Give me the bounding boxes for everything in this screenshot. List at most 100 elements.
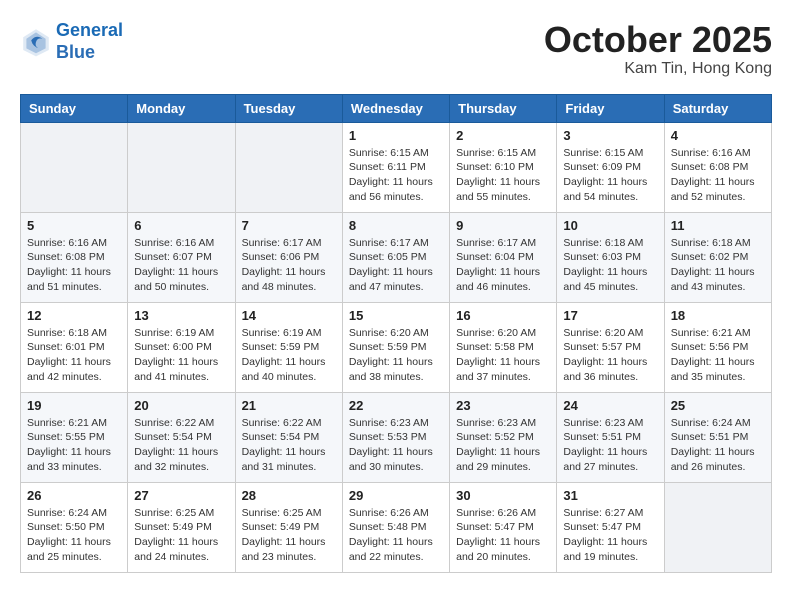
day-info: Sunrise: 6:15 AM Sunset: 6:10 PM Dayligh…: [456, 146, 550, 205]
day-info: Sunrise: 6:16 AM Sunset: 6:08 PM Dayligh…: [671, 146, 765, 205]
day-number: 20: [134, 398, 228, 413]
calendar-cell: 2 Sunrise: 6:15 AM Sunset: 6:10 PM Daylig…: [450, 122, 557, 212]
day-info: Sunrise: 6:26 AM Sunset: 5:47 PM Dayligh…: [456, 506, 550, 565]
day-number: 23: [456, 398, 550, 413]
calendar-cell: 22 Sunrise: 6:23 AM Sunset: 5:53 PM Dayli…: [342, 392, 449, 482]
calendar-cell: 11 Sunrise: 6:18 AM Sunset: 6:02 PM Dayli…: [664, 212, 771, 302]
day-info: Sunrise: 6:24 AM Sunset: 5:50 PM Dayligh…: [27, 506, 121, 565]
day-info: Sunrise: 6:18 AM Sunset: 6:02 PM Dayligh…: [671, 236, 765, 295]
logo-subtext: Blue: [56, 42, 123, 64]
title-block: October 2025 Kam Tin, Hong Kong: [544, 20, 772, 78]
day-info: Sunrise: 6:16 AM Sunset: 6:07 PM Dayligh…: [134, 236, 228, 295]
day-info: Sunrise: 6:15 AM Sunset: 6:09 PM Dayligh…: [563, 146, 657, 205]
calendar-cell: 19 Sunrise: 6:21 AM Sunset: 5:55 PM Dayli…: [21, 392, 128, 482]
day-info: Sunrise: 6:23 AM Sunset: 5:53 PM Dayligh…: [349, 416, 443, 475]
day-info: Sunrise: 6:17 AM Sunset: 6:05 PM Dayligh…: [349, 236, 443, 295]
page-header: General Blue October 2025 Kam Tin, Hong …: [20, 20, 772, 78]
calendar-cell: 20 Sunrise: 6:22 AM Sunset: 5:54 PM Dayli…: [128, 392, 235, 482]
weekday-header-row: SundayMondayTuesdayWednesdayThursdayFrid…: [21, 94, 772, 122]
calendar-cell: 31 Sunrise: 6:27 AM Sunset: 5:47 PM Dayli…: [557, 482, 664, 572]
day-number: 29: [349, 488, 443, 503]
calendar-cell: 8 Sunrise: 6:17 AM Sunset: 6:05 PM Daylig…: [342, 212, 449, 302]
day-number: 2: [456, 128, 550, 143]
day-info: Sunrise: 6:17 AM Sunset: 6:04 PM Dayligh…: [456, 236, 550, 295]
day-info: Sunrise: 6:15 AM Sunset: 6:11 PM Dayligh…: [349, 146, 443, 205]
day-info: Sunrise: 6:18 AM Sunset: 6:03 PM Dayligh…: [563, 236, 657, 295]
calendar-week-1: 1 Sunrise: 6:15 AM Sunset: 6:11 PM Daylig…: [21, 122, 772, 212]
weekday-header-monday: Monday: [128, 94, 235, 122]
day-number: 4: [671, 128, 765, 143]
calendar-cell: 30Sunrise: 6:26 AM Sunset: 5:47 PM Dayli…: [450, 482, 557, 572]
calendar-cell: 5 Sunrise: 6:16 AM Sunset: 6:08 PM Daylig…: [21, 212, 128, 302]
day-number: 21: [242, 398, 336, 413]
day-info: Sunrise: 6:20 AM Sunset: 5:58 PM Dayligh…: [456, 326, 550, 385]
day-number: 27: [134, 488, 228, 503]
day-number: 10: [563, 218, 657, 233]
calendar-cell: 9 Sunrise: 6:17 AM Sunset: 6:04 PM Daylig…: [450, 212, 557, 302]
location-text: Kam Tin, Hong Kong: [544, 60, 772, 78]
calendar-cell: 21 Sunrise: 6:22 AM Sunset: 5:54 PM Dayli…: [235, 392, 342, 482]
calendar-week-3: 12 Sunrise: 6:18 AM Sunset: 6:01 PM Dayli…: [21, 302, 772, 392]
day-number: 25: [671, 398, 765, 413]
calendar-cell: 25 Sunrise: 6:24 AM Sunset: 5:51 PM Dayli…: [664, 392, 771, 482]
calendar-cell: 24 Sunrise: 6:23 AM Sunset: 5:51 PM Dayli…: [557, 392, 664, 482]
weekday-header-thursday: Thursday: [450, 94, 557, 122]
day-number: 6: [134, 218, 228, 233]
day-number: 9: [456, 218, 550, 233]
day-number: 8: [349, 218, 443, 233]
day-number: 22: [349, 398, 443, 413]
day-number: 12: [27, 308, 121, 323]
day-number: 24: [563, 398, 657, 413]
calendar-cell: 1 Sunrise: 6:15 AM Sunset: 6:11 PM Daylig…: [342, 122, 449, 212]
day-info: Sunrise: 6:20 AM Sunset: 5:59 PM Dayligh…: [349, 326, 443, 385]
day-info: Sunrise: 6:19 AM Sunset: 5:59 PM Dayligh…: [242, 326, 336, 385]
calendar-cell: 23 Sunrise: 6:23 AM Sunset: 5:52 PM Dayli…: [450, 392, 557, 482]
day-info: Sunrise: 6:20 AM Sunset: 5:57 PM Dayligh…: [563, 326, 657, 385]
day-info: Sunrise: 6:22 AM Sunset: 5:54 PM Dayligh…: [242, 416, 336, 475]
day-info: Sunrise: 6:23 AM Sunset: 5:52 PM Dayligh…: [456, 416, 550, 475]
day-number: 18: [671, 308, 765, 323]
calendar-week-2: 5 Sunrise: 6:16 AM Sunset: 6:08 PM Daylig…: [21, 212, 772, 302]
calendar-cell: [21, 122, 128, 212]
day-number: 5: [27, 218, 121, 233]
weekday-header-sunday: Sunday: [21, 94, 128, 122]
day-number: 16: [456, 308, 550, 323]
calendar-cell: 15 Sunrise: 6:20 AM Sunset: 5:59 PM Dayli…: [342, 302, 449, 392]
calendar-cell: 4 Sunrise: 6:16 AM Sunset: 6:08 PM Daylig…: [664, 122, 771, 212]
day-info: Sunrise: 6:17 AM Sunset: 6:06 PM Dayligh…: [242, 236, 336, 295]
calendar-cell: 29 Sunrise: 6:26 AM Sunset: 5:48 PM Dayli…: [342, 482, 449, 572]
calendar-cell: [128, 122, 235, 212]
day-number: 13: [134, 308, 228, 323]
calendar-table: SundayMondayTuesdayWednesdayThursdayFrid…: [20, 94, 772, 573]
calendar-cell: 6 Sunrise: 6:16 AM Sunset: 6:07 PM Daylig…: [128, 212, 235, 302]
calendar-cell: 7Sunrise: 6:17 AM Sunset: 6:06 PM Daylig…: [235, 212, 342, 302]
weekday-header-tuesday: Tuesday: [235, 94, 342, 122]
day-info: Sunrise: 6:23 AM Sunset: 5:51 PM Dayligh…: [563, 416, 657, 475]
day-info: Sunrise: 6:27 AM Sunset: 5:47 PM Dayligh…: [563, 506, 657, 565]
day-number: 31: [563, 488, 657, 503]
day-number: 19: [27, 398, 121, 413]
calendar-cell: [235, 122, 342, 212]
calendar-cell: 14Sunrise: 6:19 AM Sunset: 5:59 PM Dayli…: [235, 302, 342, 392]
day-info: Sunrise: 6:21 AM Sunset: 5:55 PM Dayligh…: [27, 416, 121, 475]
calendar-cell: 18Sunrise: 6:21 AM Sunset: 5:56 PM Dayli…: [664, 302, 771, 392]
day-info: Sunrise: 6:18 AM Sunset: 6:01 PM Dayligh…: [27, 326, 121, 385]
day-number: 1: [349, 128, 443, 143]
day-number: 28: [242, 488, 336, 503]
calendar-cell: 3Sunrise: 6:15 AM Sunset: 6:09 PM Daylig…: [557, 122, 664, 212]
calendar-cell: 26 Sunrise: 6:24 AM Sunset: 5:50 PM Dayli…: [21, 482, 128, 572]
calendar-cell: [664, 482, 771, 572]
day-info: Sunrise: 6:24 AM Sunset: 5:51 PM Dayligh…: [671, 416, 765, 475]
day-info: Sunrise: 6:16 AM Sunset: 6:08 PM Dayligh…: [27, 236, 121, 295]
calendar-cell: 13Sunrise: 6:19 AM Sunset: 6:00 PM Dayli…: [128, 302, 235, 392]
calendar-cell: 17Sunrise: 6:20 AM Sunset: 5:57 PM Dayli…: [557, 302, 664, 392]
day-info: Sunrise: 6:22 AM Sunset: 5:54 PM Dayligh…: [134, 416, 228, 475]
day-info: Sunrise: 6:26 AM Sunset: 5:48 PM Dayligh…: [349, 506, 443, 565]
day-number: 15: [349, 308, 443, 323]
calendar-cell: 10 Sunrise: 6:18 AM Sunset: 6:03 PM Dayli…: [557, 212, 664, 302]
weekday-header-wednesday: Wednesday: [342, 94, 449, 122]
day-number: 11: [671, 218, 765, 233]
day-number: 26: [27, 488, 121, 503]
calendar-cell: 28Sunrise: 6:25 AM Sunset: 5:49 PM Dayli…: [235, 482, 342, 572]
logo-text: General: [56, 20, 123, 42]
